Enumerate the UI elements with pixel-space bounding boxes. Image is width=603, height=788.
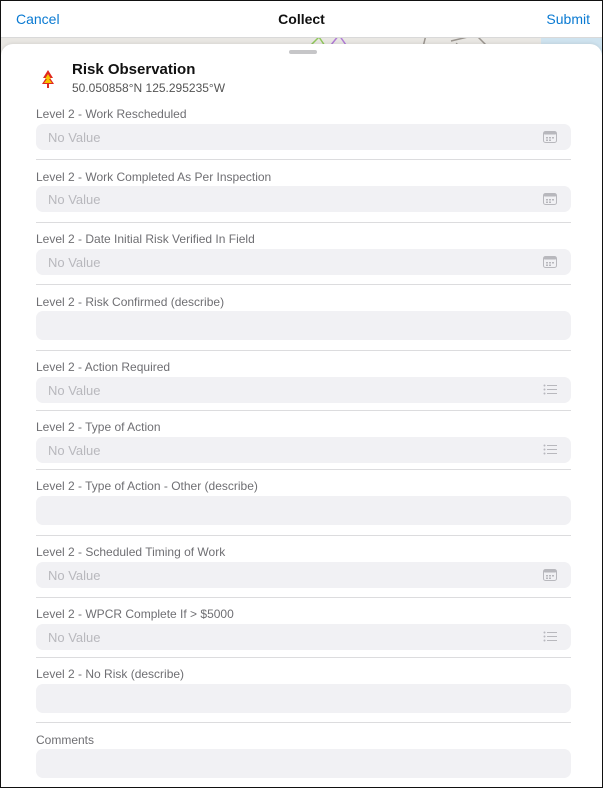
list-icon bbox=[543, 444, 557, 455]
work-rescheduled-field[interactable]: No Value bbox=[36, 124, 571, 150]
wpcr-complete-field[interactable]: No Value bbox=[36, 624, 571, 650]
field-label-work-completed: Level 2 - Work Completed As Per Inspecti… bbox=[36, 170, 272, 184]
app-frame: Cancel Collect Submit Risk Observation 5… bbox=[0, 0, 603, 788]
calendar-icon bbox=[543, 193, 557, 205]
divider bbox=[36, 722, 571, 723]
field-label-risk-confirmed: Level 2 - Risk Confirmed (describe) bbox=[36, 295, 225, 309]
divider bbox=[36, 284, 571, 285]
date-initial-risk-field[interactable]: No Value bbox=[36, 249, 571, 275]
calendar-icon bbox=[543, 256, 557, 268]
action-required-field[interactable]: No Value bbox=[36, 377, 571, 403]
list-icon bbox=[543, 631, 557, 642]
field-label-date-initial-risk: Level 2 - Date Initial Risk Verified In … bbox=[36, 232, 255, 246]
calendar-icon bbox=[543, 569, 557, 581]
risk-confirmed-field[interactable] bbox=[36, 311, 571, 340]
field-value: No Value bbox=[48, 130, 101, 145]
field-label-comments: Comments bbox=[36, 733, 95, 747]
sheet-grabber-handle[interactable] bbox=[289, 50, 317, 54]
field-label-no-risk: Level 2 - No Risk (describe) bbox=[36, 667, 185, 681]
comments-field[interactable] bbox=[36, 749, 571, 778]
field-label-work-rescheduled: Level 2 - Work Rescheduled bbox=[36, 107, 187, 121]
navigation-bar: Cancel Collect Submit bbox=[1, 1, 602, 38]
divider bbox=[36, 535, 571, 536]
field-value: No Value bbox=[48, 630, 101, 645]
divider bbox=[36, 410, 571, 411]
field-label-action-required: Level 2 - Action Required bbox=[36, 360, 171, 374]
field-value: No Value bbox=[48, 443, 101, 458]
list-icon bbox=[543, 384, 557, 395]
field-label-type-of-action: Level 2 - Type of Action bbox=[36, 420, 161, 434]
nav-title: Collect bbox=[278, 11, 325, 27]
divider bbox=[36, 159, 571, 160]
field-value: No Value bbox=[48, 383, 101, 398]
scheduled-timing-field[interactable]: No Value bbox=[36, 562, 571, 588]
field-label-wpcr-complete: Level 2 - WPCR Complete If > $5000 bbox=[36, 607, 234, 621]
field-value: No Value bbox=[48, 255, 101, 270]
field-label-type-of-action-other: Level 2 - Type of Action - Other (descri… bbox=[36, 479, 258, 493]
calendar-icon bbox=[543, 131, 557, 143]
field-value: No Value bbox=[48, 568, 101, 583]
collect-sheet: Risk Observation 50.050858°N 125.295235°… bbox=[1, 44, 602, 787]
field-value: No Value bbox=[48, 192, 101, 207]
tree-marker-icon bbox=[42, 70, 54, 88]
no-risk-field[interactable] bbox=[36, 684, 571, 713]
feature-title: Risk Observation bbox=[72, 61, 196, 78]
divider bbox=[36, 657, 571, 658]
work-completed-field[interactable]: No Value bbox=[36, 186, 571, 212]
divider bbox=[36, 350, 571, 351]
divider bbox=[36, 469, 571, 470]
field-label-scheduled-timing: Level 2 - Scheduled Timing of Work bbox=[36, 545, 226, 559]
divider bbox=[36, 222, 571, 223]
divider bbox=[36, 597, 571, 598]
type-of-action-other-field[interactable] bbox=[36, 496, 571, 525]
submit-button[interactable]: Submit bbox=[546, 11, 590, 27]
type-of-action-field[interactable]: No Value bbox=[36, 437, 571, 463]
feature-coordinates: 50.050858°N 125.295235°W bbox=[72, 81, 226, 95]
